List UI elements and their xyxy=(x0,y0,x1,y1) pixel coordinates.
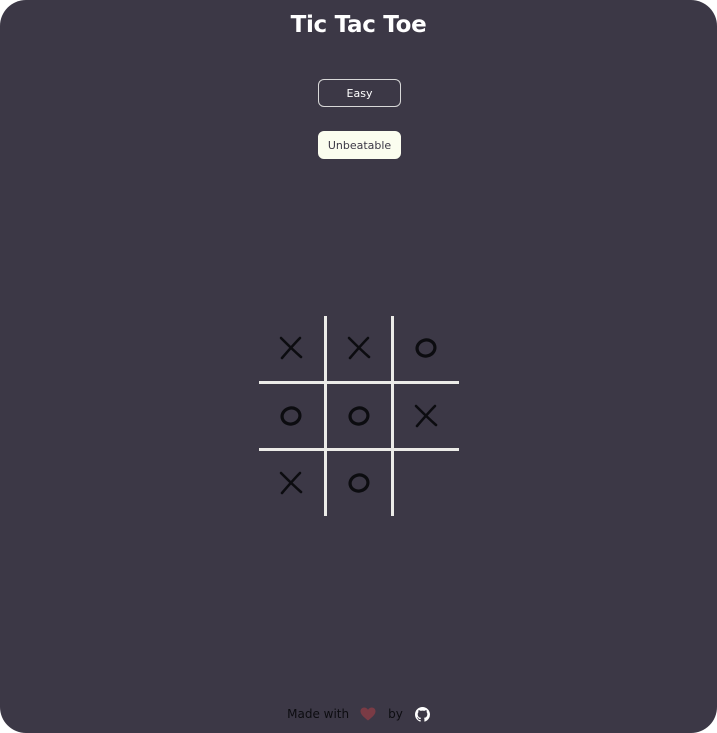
made-with-text: Made with xyxy=(287,707,350,721)
board-cell-1-2[interactable] xyxy=(327,316,391,380)
board-cell-1-1[interactable] xyxy=(259,316,323,380)
o-mark-icon xyxy=(415,338,437,358)
board-cell-3-2[interactable] xyxy=(327,451,391,515)
o-mark-icon xyxy=(348,473,370,493)
o-mark-icon xyxy=(348,406,370,426)
easy-mode-button[interactable]: Easy xyxy=(318,79,401,107)
game-container: Tic Tac Toe Easy Unbeatable Made with by xyxy=(0,0,717,733)
footer: Made with by xyxy=(0,703,717,725)
heart-icon xyxy=(360,707,376,721)
x-mark-icon xyxy=(279,471,303,495)
game-board xyxy=(259,316,459,516)
board-cell-2-1[interactable] xyxy=(259,384,323,448)
board-cell-2-3[interactable] xyxy=(394,384,458,448)
github-icon[interactable] xyxy=(414,706,430,722)
x-mark-icon xyxy=(347,336,371,360)
by-text: by xyxy=(388,707,403,721)
x-mark-icon xyxy=(414,404,438,428)
page-title: Tic Tac Toe xyxy=(290,12,427,38)
unbeatable-mode-button[interactable]: Unbeatable xyxy=(318,131,401,159)
board-cell-1-3[interactable] xyxy=(394,316,458,380)
x-mark-icon xyxy=(279,336,303,360)
o-mark-icon xyxy=(280,406,302,426)
board-cell-3-1[interactable] xyxy=(259,451,323,515)
board-cell-2-2[interactable] xyxy=(327,384,391,448)
board-cell-3-3[interactable] xyxy=(394,451,458,515)
